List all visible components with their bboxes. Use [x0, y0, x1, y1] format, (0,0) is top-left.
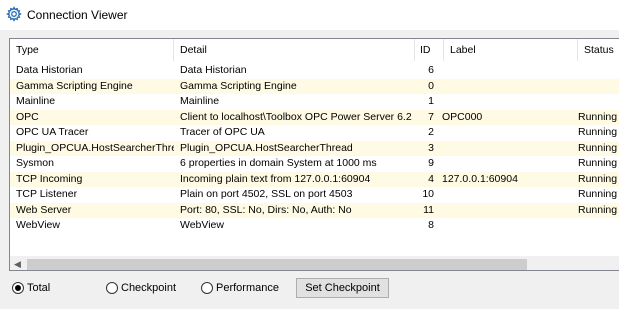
cell-status — [572, 94, 619, 110]
table-row[interactable]: Plugin_OPCUA.HostSearcherThread Plugin_O… — [10, 140, 619, 157]
column-header-type[interactable]: Type — [10, 39, 174, 61]
cell-type: Data Historian — [16, 64, 83, 76]
column-header-id[interactable]: ID — [415, 39, 444, 61]
cell-id: 2 — [428, 126, 434, 138]
cell-status: Running — [578, 188, 618, 200]
cell-status — [572, 79, 619, 95]
cell-status: Running — [578, 157, 618, 169]
cell-detail: WebView — [180, 219, 224, 231]
cell-label — [436, 125, 570, 141]
table-header: Type Detail ID Label Status — [10, 39, 619, 61]
radio-performance-label: Performance — [216, 282, 279, 294]
cell-status: Running — [578, 203, 618, 216]
cell-type: OPC — [16, 110, 39, 123]
cell-detail: Tracer of OPC UA — [180, 126, 265, 138]
table-row[interactable]: Web Server Port: 80, SSL: No, Dirs: No, … — [10, 202, 619, 219]
radio-total-label: Total — [27, 282, 51, 294]
radio-selected-icon[interactable] — [12, 282, 24, 294]
cell-type: Sysmon — [16, 157, 54, 169]
table-row[interactable]: Data Historian Data Historian 6 — [10, 63, 619, 79]
horizontal-scrollbar[interactable]: ◀ — [10, 256, 619, 270]
cell-id: 6 — [428, 64, 434, 76]
cell-label — [436, 94, 570, 110]
cell-type: Plugin_OPCUA.HostSearcherThread — [16, 141, 174, 154]
cell-detail: 6 properties in domain System at 1000 ms — [180, 157, 377, 169]
cell-detail: Plain on port 4502, SSL on port 4503 — [180, 188, 353, 200]
cell-detail: Client to localhost\Toolbox OPC Power Se… — [180, 110, 412, 123]
cell-id: 10 — [422, 188, 434, 200]
cell-label — [436, 63, 570, 79]
table-row[interactable]: TCP Incoming Incoming plain text from 12… — [10, 171, 619, 187]
cell-status — [572, 63, 619, 79]
set-checkpoint-button[interactable]: Set Checkpoint — [296, 278, 389, 298]
cell-label — [436, 156, 570, 172]
gear-icon — [6, 6, 22, 22]
scroll-left-icon[interactable]: ◀ — [10, 257, 25, 270]
cell-detail: Incoming plain text from 127.0.0.1:60904 — [180, 172, 371, 185]
column-header-label[interactable]: Label — [444, 39, 578, 61]
cell-status: Running — [578, 141, 618, 154]
radio-unselected-icon[interactable] — [106, 282, 118, 294]
cell-type: TCP Listener — [16, 188, 78, 200]
cell-type: Gamma Scripting Engine — [16, 79, 133, 92]
cell-status: Running — [578, 172, 618, 185]
radio-checkpoint-label: Checkpoint — [121, 282, 177, 294]
cell-type: Mainline — [16, 95, 56, 107]
table-row[interactable]: TCP Listener Plain on port 4502, SSL on … — [10, 187, 619, 203]
scrollbar-thumb[interactable] — [27, 259, 527, 270]
cell-id: 4 — [428, 172, 434, 185]
radio-performance[interactable]: Performance — [201, 281, 279, 295]
cell-label: 127.0.0.1:60904 — [442, 172, 518, 185]
cell-status: Running — [578, 110, 618, 123]
cell-id: 8 — [428, 219, 434, 231]
window-title: Connection Viewer — [27, 8, 128, 22]
cell-detail: Data Historian — [180, 64, 247, 76]
radio-total[interactable]: Total — [12, 281, 50, 295]
radio-checkpoint[interactable]: Checkpoint — [106, 281, 176, 295]
table-row[interactable]: Mainline Mainline 1 — [10, 94, 619, 110]
table-row[interactable]: Gamma Scripting Engine Gamma Scripting E… — [10, 78, 619, 95]
cell-detail: Port: 80, SSL: No, Dirs: No, Auth: No — [180, 203, 352, 216]
cell-type: TCP Incoming — [16, 172, 83, 185]
title-bar: Connection Viewer — [0, 0, 619, 30]
cell-label: OPC000 — [442, 110, 483, 123]
cell-id: 0 — [428, 79, 434, 92]
table-row[interactable]: OPC UA Tracer Tracer of OPC UA 2 Running — [10, 125, 619, 141]
column-header-detail[interactable]: Detail — [174, 39, 415, 61]
cell-detail: Gamma Scripting Engine — [180, 79, 297, 92]
cell-type: Web Server — [16, 203, 72, 216]
cell-id: 1 — [428, 95, 434, 107]
cell-id: 3 — [428, 141, 434, 154]
connection-table[interactable]: Type Detail ID Label Status Data Histori… — [9, 38, 619, 271]
cell-detail: Plugin_OPCUA.HostSearcherThread — [180, 141, 353, 154]
cell-type: WebView — [16, 219, 60, 231]
cell-label — [436, 79, 570, 95]
cell-status — [572, 218, 619, 234]
cell-status: Running — [578, 126, 618, 138]
table-row[interactable]: WebView WebView 8 — [10, 218, 619, 234]
cell-type: OPC UA Tracer — [16, 126, 89, 138]
cell-label — [436, 187, 570, 203]
column-header-status[interactable]: Status — [578, 39, 619, 61]
table-body: Data Historian Data Historian 6 Gamma Sc… — [10, 63, 619, 234]
cell-detail: Mainline — [180, 95, 220, 107]
cell-id: 7 — [428, 110, 434, 123]
cell-label — [436, 218, 570, 234]
table-row[interactable]: Sysmon 6 properties in domain System at … — [10, 156, 619, 172]
cell-label — [436, 203, 570, 219]
cell-id: 11 — [423, 203, 434, 216]
radio-unselected-icon[interactable] — [201, 282, 213, 294]
cell-id: 9 — [428, 157, 434, 169]
table-row[interactable]: OPC Client to localhost\Toolbox OPC Powe… — [10, 109, 619, 125]
cell-label — [436, 141, 570, 157]
